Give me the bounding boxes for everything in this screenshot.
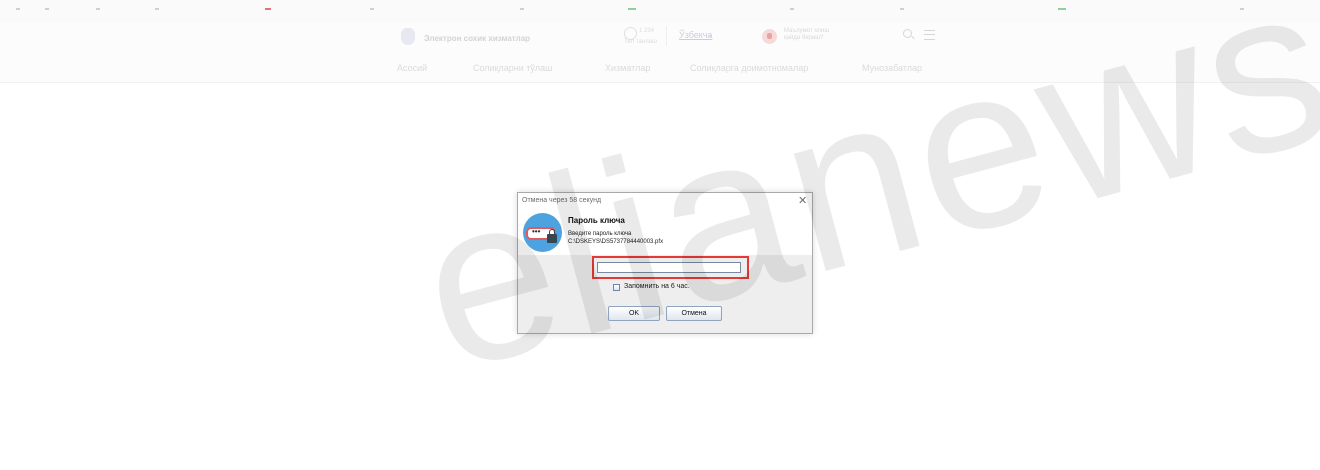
help-line-1: Маълумот олиш (784, 28, 830, 34)
strip-mark (370, 8, 374, 10)
site-header: Электрон сохик хизматлар 1 234 Тил танла… (0, 22, 1320, 57)
nav-item-tax-payment[interactable]: Солиқларни тўлаш (473, 63, 552, 73)
dialog-info-panel: ••• Пароль ключа Введите пароль ключа C:… (518, 210, 812, 255)
visitors-count: 1 234 (639, 28, 655, 34)
remember-checkbox[interactable] (613, 284, 620, 291)
strip-mark (265, 8, 271, 10)
help-link[interactable]: Маълумот олиш қайда бериш? (784, 28, 829, 42)
dialog-heading: Пароль ключа (568, 216, 625, 225)
dialog-title: Отмена через 58 секунд (522, 197, 602, 204)
strip-mark (900, 8, 904, 10)
hamburger-menu-icon[interactable] (924, 30, 935, 40)
cancel-button[interactable]: Отмена (666, 306, 722, 321)
strip-mark (790, 8, 794, 10)
header-divider (666, 26, 667, 46)
ok-button[interactable]: OK (608, 306, 660, 321)
site-logo-icon[interactable] (401, 28, 415, 45)
key-file-path: C:\DSKEYS\DS5737784440003.pfx (568, 239, 664, 245)
help-line-2: қайда бериш? (784, 35, 824, 41)
strip-mark (155, 8, 159, 10)
strip-mark (520, 8, 524, 10)
chevron-down-icon[interactable]: ⌄ (707, 30, 714, 39)
dialog-prompt: Введите пароль ключа (568, 231, 632, 237)
password-input[interactable] (597, 262, 741, 273)
key-password-dialog: Отмена через 58 секунд ✕ ••• Пароль ключ… (517, 192, 813, 334)
remember-label[interactable]: Запомнить на 6 час. (624, 283, 690, 290)
password-key-icon: ••• (523, 213, 562, 252)
strip-mark (96, 8, 100, 10)
close-icon[interactable]: ✕ (798, 194, 807, 207)
nav-item-tax-documents[interactable]: Солиқларга доимотномалар (690, 63, 808, 73)
browser-top-strip (0, 0, 1320, 22)
nav-item-home[interactable]: Асосий (397, 63, 427, 73)
stat-label: Тил танлаш (624, 39, 657, 45)
strip-mark (628, 8, 636, 10)
nav-item-services[interactable]: Хизматлар (605, 63, 650, 73)
site-title[interactable]: Электрон сохик хизматлар (424, 34, 530, 43)
site-nav: Асосий Солиқларни тўлаш Хизматлар Солиқл… (0, 56, 1320, 83)
strip-mark (45, 8, 49, 10)
strip-mark (16, 8, 20, 10)
dialog-titlebar[interactable]: Отмена через 58 секунд ✕ (518, 193, 812, 210)
strip-mark (1240, 8, 1244, 10)
search-icon[interactable] (903, 29, 912, 38)
nav-item-relations[interactable]: Мунозабатлар (862, 63, 922, 73)
help-icon[interactable] (762, 29, 777, 44)
strip-mark (1058, 8, 1066, 10)
